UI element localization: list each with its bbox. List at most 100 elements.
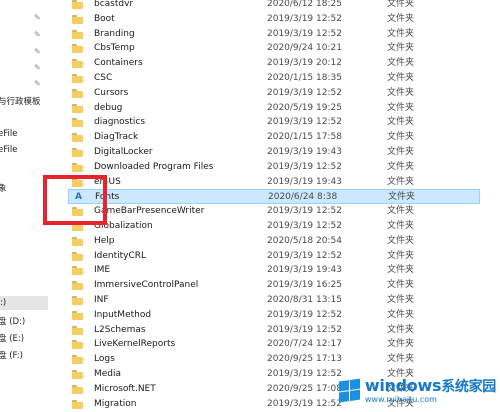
file-row[interactable]: IME 2019/3/19 19:43 文件夹 — [68, 263, 480, 278]
file-row[interactable]: CSC 2020/1/15 18:35 文件夹 — [68, 71, 480, 86]
file-row[interactable]: Containers 2019/3/19 20:12 文件夹 — [68, 56, 480, 71]
file-row[interactable]: Branding 2019/3/19 12:52 文件夹 — [68, 27, 480, 42]
pin-icon[interactable]: ✎ — [34, 14, 42, 22]
file-name: ImmersiveControlPanel — [94, 280, 199, 291]
pin-icon[interactable]: ✎ — [34, 31, 42, 39]
file-date: 2020/8/31 13:15 — [267, 295, 342, 305]
nav-item-drive-f[interactable]: 盘 (F:) — [0, 349, 23, 363]
file-date: 2019/3/19 12:52 — [267, 309, 342, 320]
file-date: 2019/3/19 12:52 — [267, 206, 342, 217]
file-type: 文件夹 — [387, 102, 415, 113]
file-name: INF — [94, 295, 109, 305]
folder-icon — [72, 44, 83, 54]
file-name: Cursors — [94, 87, 129, 98]
pin-icon[interactable]: ✎ — [34, 80, 42, 88]
file-type: 文件夹 — [387, 250, 415, 261]
file-date: 2019/3/19 19:43 — [267, 265, 342, 276]
folder-icon — [72, 236, 83, 246]
file-type: 文件夹 — [387, 43, 415, 54]
file-row[interactable]: bcastdvr 2020/6/12 18:25 文件夹 — [68, 0, 480, 12]
file-name: diagnostics — [94, 117, 146, 128]
file-row[interactable]: L2Schemas 2019/3/19 12:52 文件夹 — [68, 323, 480, 338]
folder-icon — [72, 59, 83, 69]
file-row[interactable]: Help 2020/5/18 20:54 文件夹 — [68, 234, 480, 249]
file-type: 文件夹 — [387, 339, 415, 350]
folder-icon — [72, 14, 83, 24]
nav-item-drive-d[interactable]: 盘 (D:) — [0, 315, 25, 329]
file-row[interactable]: DigitalLocker 2019/3/19 19:43 文件夹 — [68, 145, 480, 160]
file-type: 文件夹 — [387, 73, 415, 83]
file-row[interactable]: ImmersiveControlPanel 2019/3/19 16:25 文件夹 — [68, 278, 480, 293]
folder-icon — [72, 133, 83, 143]
file-date: 2019/3/19 12:52 — [267, 28, 342, 39]
file-row[interactable]: Downloaded Program Files 2019/3/19 12:52 文… — [68, 160, 480, 175]
file-date: 2019/3/19 20:12 — [267, 58, 342, 69]
file-type: 文件夹 — [387, 280, 415, 291]
file-type: 文件夹 — [387, 147, 415, 157]
file-row[interactable]: CbsTemp 2020/9/24 10:21 文件夹 — [68, 41, 480, 56]
pin-icon[interactable]: ✎ — [34, 48, 42, 56]
file-date: 2019/3/19 12:52 — [267, 13, 342, 24]
nav-item-quick-access[interactable]: 与行政模板 — [0, 95, 41, 109]
navigation-pane: ✎ ✎ ✎ ✎ ✎ 与行政模板 eFile eFile 象 :) 盘 (D:) … — [0, 0, 48, 408]
file-type: 文件夹 — [387, 58, 415, 69]
file-date: 2020/5/18 20:54 — [267, 235, 342, 246]
nav-item-objects[interactable]: 象 — [0, 182, 7, 196]
file-type: 文件夹 — [387, 28, 415, 39]
folder-icon — [72, 0, 83, 9]
file-type: 文件夹 — [387, 324, 415, 335]
folder-icon — [72, 296, 83, 305]
file-name: CSC — [94, 73, 113, 83]
file-row[interactable]: INF 2020/8/31 13:15 文件夹 — [68, 293, 480, 308]
file-date: 2019/3/19 12:52 — [267, 161, 342, 172]
file-name: Microsoft.NET — [94, 383, 156, 394]
file-date: 2019/3/19 12:52 — [267, 117, 342, 128]
folder-icon — [72, 370, 83, 379]
file-row[interactable]: IdentityCRL 2019/3/19 12:52 文件夹 — [68, 249, 480, 264]
file-type: 文件夹 — [387, 265, 415, 276]
file-name: InputMethod — [94, 309, 152, 320]
pin-icon[interactable]: ✎ — [34, 64, 42, 72]
nav-item-drive-c[interactable]: :) — [0, 296, 48, 310]
file-row[interactable]: Cursors 2019/3/19 12:52 文件夹 — [68, 86, 480, 101]
folder-icon — [72, 251, 83, 261]
file-row[interactable]: Logs 2020/9/25 17:13 文件夹 — [68, 352, 480, 367]
file-type: 文件夹 — [387, 176, 415, 187]
file-row[interactable]: InputMethod 2019/3/19 12:52 文件夹 — [68, 308, 480, 323]
file-type: 文件夹 — [387, 221, 415, 231]
file-name: IdentityCRL — [94, 250, 147, 261]
file-row[interactable]: GameBarPresenceWriter 2019/3/19 12:52 文件夹 — [68, 204, 480, 219]
nav-item-drive-e[interactable]: 盘 (E:) — [0, 332, 24, 346]
folder-icon — [72, 162, 83, 172]
file-type: 文件夹 — [387, 309, 415, 320]
file-name: CbsTemp — [94, 43, 135, 54]
nav-item-file-2[interactable]: eFile — [0, 143, 17, 157]
file-name: Boot — [94, 13, 115, 24]
file-row[interactable]: A Fonts 2020/6/24 8:38 文件夹 — [68, 189, 480, 205]
folder-icon — [72, 103, 83, 113]
nav-item-file-1[interactable]: eFile — [0, 127, 17, 141]
file-date: 2020/9/25 17:13 — [267, 354, 342, 365]
folder-icon — [72, 118, 83, 128]
file-row[interactable]: diagnostics 2019/3/19 12:52 文件夹 — [68, 115, 480, 130]
folder-icon — [72, 355, 83, 365]
file-date: 2019/3/19 16:25 — [267, 280, 342, 291]
folder-icon — [72, 88, 83, 98]
file-name: Containers — [94, 58, 143, 69]
file-date: 2019/3/19 12:52 — [267, 324, 342, 335]
file-row[interactable]: DiagTrack 2020/1/15 17:58 文件夹 — [68, 130, 480, 145]
file-date: 2019/3/19 12:52 — [267, 398, 342, 409]
file-name: Logs — [94, 354, 115, 365]
file-date: 2020/1/15 18:35 — [267, 73, 342, 83]
file-row[interactable]: LiveKernelReports 2020/7/24 12:17 文件夹 — [68, 337, 480, 352]
file-row[interactable]: Globalization 2019/3/19 12:52 文件夹 — [68, 219, 480, 234]
file-type: 文件夹 — [387, 87, 415, 98]
watermark-title: windows — [364, 376, 442, 395]
file-row[interactable]: debug 2020/5/19 19:25 文件夹 — [68, 101, 480, 116]
file-date: 2020/6/24 8:38 — [268, 192, 338, 203]
file-row[interactable]: Boot 2019/3/19 12:52 文件夹 — [68, 12, 480, 27]
watermark-url: www.ruihaitu.com — [364, 395, 437, 404]
file-row[interactable]: en-US 2019/3/19 19:43 文件夹 — [68, 175, 480, 190]
file-date: 2019/3/19 19:43 — [267, 147, 342, 157]
file-type: 文件夹 — [387, 0, 415, 9]
